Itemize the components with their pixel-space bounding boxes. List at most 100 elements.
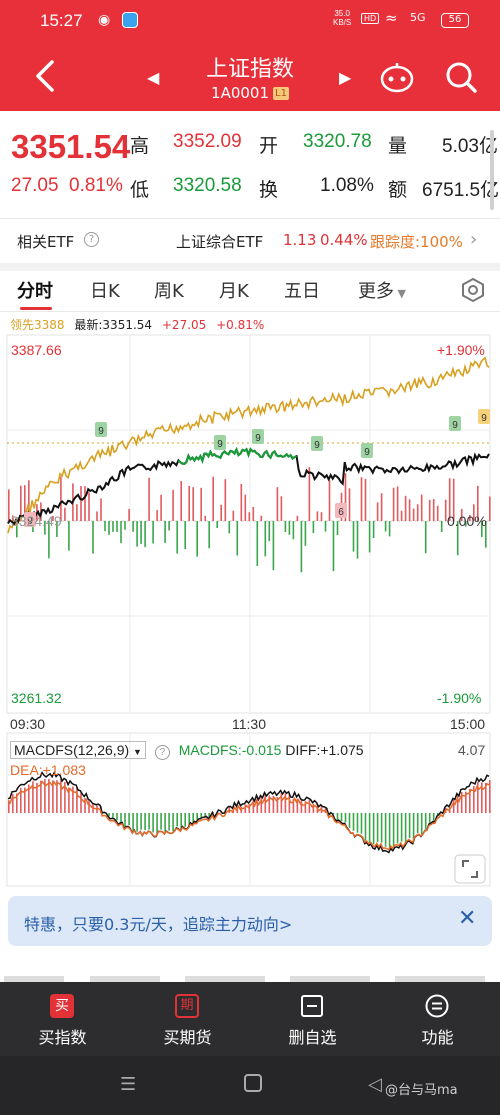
- macd-bar: [388, 813, 391, 849]
- amount-label: 额: [388, 180, 408, 201]
- help-icon[interactable]: ?: [84, 232, 99, 247]
- tab-daily-k[interactable]: 日K: [90, 277, 120, 303]
- status-bar: 15:27 ◉ 35.0 KB/S HD ≈ 5G 56: [0, 0, 500, 42]
- app-header: 15:27 ◉ 35.0 KB/S HD ≈ 5G 56 ◀ 上证指数 1A00…: [0, 0, 500, 111]
- macd-bar: [172, 813, 174, 831]
- volume-bar: [228, 521, 231, 534]
- macd-bar: [408, 813, 411, 838]
- intraday-chart[interactable]: 999999969: [0, 333, 500, 888]
- macd-bar: [280, 792, 283, 813]
- volume-bar: [200, 487, 202, 521]
- buy-futures-button[interactable]: 期 买期货: [125, 982, 250, 1056]
- expand-chart-button[interactable]: [454, 854, 486, 884]
- signal-badge-label: 9: [217, 439, 223, 450]
- bottom-toolbar: 买 买指数 期 买期货 删自选 功能: [0, 982, 500, 1056]
- indicator-selector-label: MACDFS(12,26,9): [14, 742, 130, 758]
- chart-settings-icon[interactable]: [460, 277, 486, 303]
- tab-intraday[interactable]: 分时: [17, 277, 53, 303]
- volume-bar: [160, 494, 162, 521]
- home-icon[interactable]: [244, 1074, 262, 1092]
- volume-bar: [224, 479, 227, 521]
- indicator-selector[interactable]: MACDFS(12,26,9) ▼: [10, 741, 146, 759]
- promo-text: 特惠，只要0.3元/天，追踪主力动向>: [24, 915, 293, 934]
- volume-bar: [352, 521, 355, 552]
- macd-bar: [260, 797, 263, 813]
- price-change: 27.05: [11, 175, 59, 196]
- volume-bar: [436, 505, 439, 521]
- volume-bar: [256, 521, 259, 566]
- volume-bar: [96, 511, 98, 521]
- bottom-price-label: 3261.32: [11, 690, 62, 706]
- close-icon[interactable]: ✕: [458, 906, 476, 931]
- macd-bar: [344, 813, 347, 823]
- macdfs-value: MACDFS:-0.015: [178, 742, 282, 758]
- tab-weekly-k[interactable]: 周K: [154, 277, 184, 303]
- tab-more[interactable]: 更多 ▼: [358, 277, 406, 303]
- volume-bar: [328, 480, 331, 521]
- back-arrow-icon[interactable]: [28, 56, 62, 96]
- open-value: 3320.78: [303, 131, 372, 152]
- macd-bar: [184, 813, 186, 827]
- volume-bar: [236, 521, 239, 556]
- high-value: 3352.09: [173, 131, 242, 152]
- volume-bar: [216, 521, 218, 528]
- leader-value: 领先3388: [10, 318, 65, 332]
- tab-five-day[interactable]: 五日: [284, 277, 320, 303]
- volume-bar: [244, 494, 247, 521]
- volume-bar: [148, 477, 150, 521]
- volume-bar: [368, 521, 371, 553]
- volume-bar: [220, 504, 222, 521]
- function-menu-label: 功能: [421, 1028, 454, 1047]
- volume-bar: [332, 521, 335, 572]
- recent-apps-icon[interactable]: ☰: [120, 1074, 136, 1095]
- network-speed: 35.0 KB/S: [333, 9, 351, 27]
- volume-bar: [180, 481, 182, 521]
- macd-bar: [308, 799, 311, 813]
- buy-index-icon: 买: [50, 994, 74, 1018]
- volume-bar: [316, 511, 319, 521]
- leader-line: [7, 356, 490, 534]
- volume-bar: [296, 515, 299, 521]
- volume-bar: [356, 521, 359, 559]
- macd-bar: [348, 813, 351, 829]
- macd-bar: [356, 813, 359, 833]
- etf-pct: 0.44%: [320, 231, 368, 249]
- low-label: 低: [130, 180, 150, 201]
- volume-bar: [84, 486, 86, 521]
- signal-badge-label: 9: [481, 413, 487, 424]
- macd-bar: [124, 813, 126, 828]
- volume-bar: [192, 487, 194, 521]
- macd-bar: [168, 813, 170, 831]
- status-time: 15:27: [40, 11, 83, 30]
- buy-index-button[interactable]: 买 买指数: [0, 982, 125, 1056]
- volume-bar: [320, 512, 323, 521]
- robot-assistant-icon[interactable]: [380, 62, 414, 94]
- macd-bar: [136, 813, 138, 832]
- volume-bar: [132, 521, 134, 532]
- search-icon[interactable]: [444, 60, 478, 96]
- volume-bar: [136, 521, 138, 547]
- volume-bar: [128, 508, 130, 521]
- price-change-pct: 0.81%: [69, 175, 123, 196]
- related-etf-row[interactable]: 相关ETF ? 上证综合ETF 1.13 0.44% 跟踪度:100% ›: [0, 219, 500, 263]
- macd-bar: [489, 780, 491, 813]
- remove-watchlist-label: 删自选: [288, 1028, 337, 1047]
- volume-bar: [140, 521, 142, 544]
- volume-bar: [108, 521, 110, 535]
- section-spacer: [0, 263, 500, 271]
- prev-stock-icon[interactable]: ◀: [147, 68, 159, 87]
- macd-bar: [116, 813, 118, 821]
- tab-monthly-k[interactable]: 月K: [219, 277, 249, 303]
- back-nav-icon[interactable]: ◁: [368, 1074, 382, 1095]
- macd-bar: [424, 813, 427, 829]
- next-stock-icon[interactable]: ▶: [339, 68, 351, 87]
- volume-bar: [276, 487, 279, 521]
- macd-bar: [8, 800, 10, 813]
- promo-banner[interactable]: 特惠，只要0.3元/天，追踪主力动向> ✕: [8, 896, 492, 946]
- function-menu-button[interactable]: 功能: [375, 982, 500, 1056]
- macd-help-icon[interactable]: ?: [154, 745, 170, 760]
- remove-watchlist-button[interactable]: 删自选: [250, 982, 375, 1056]
- macd-bar: [380, 813, 383, 843]
- macd-bar: [160, 813, 162, 830]
- top-price-label: 3387.66: [11, 342, 62, 358]
